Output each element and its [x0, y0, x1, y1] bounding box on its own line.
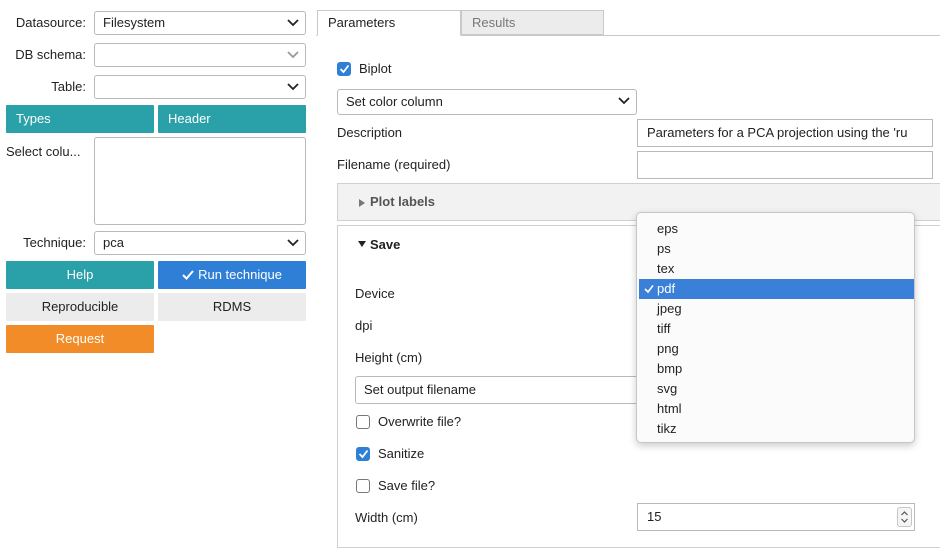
stepper-icon[interactable] [897, 507, 912, 527]
table-select[interactable] [94, 75, 306, 99]
tab-results[interactable]: Results [461, 10, 604, 35]
width-input[interactable]: 15 [637, 503, 915, 531]
device-option[interactable]: bmp [639, 359, 914, 379]
device-label: Device [355, 286, 395, 301]
save-section-header[interactable]: Save [338, 226, 638, 262]
output-filename-select[interactable]: Set output filename [355, 376, 655, 404]
sidebar: Datasource: Filesystem DB schema: Table:… [0, 0, 316, 554]
sanitize-label: Sanitize [378, 446, 425, 461]
save-section-title: Save [370, 237, 401, 252]
overwrite-label: Overwrite file? [378, 414, 462, 429]
caret-down-icon [358, 241, 366, 247]
device-option[interactable]: tex [639, 259, 914, 279]
device-option[interactable]: html [639, 399, 914, 419]
datasource-value: Filesystem [103, 15, 166, 30]
color-column-select[interactable]: Set color column [337, 89, 637, 115]
tab-bar: Parameters Results [316, 0, 940, 36]
chevron-down-icon [287, 12, 299, 34]
checkmark-icon [182, 270, 194, 280]
technique-label: Technique: [23, 235, 86, 250]
description-label: Description [337, 125, 403, 140]
table-label: Table: [51, 79, 86, 94]
device-option[interactable]: ps [639, 239, 914, 259]
header-button[interactable]: Header [158, 105, 306, 133]
datasource-select[interactable]: Filesystem [94, 11, 306, 35]
technique-select[interactable]: pca [94, 231, 306, 255]
chevron-down-icon [618, 90, 630, 112]
tab-parameters[interactable]: Parameters [317, 10, 461, 36]
biplot-checkbox[interactable] [337, 62, 351, 76]
chevron-down-icon [287, 232, 299, 254]
run-technique-button[interactable]: Run technique [158, 261, 306, 289]
help-button[interactable]: Help [6, 261, 154, 289]
device-option[interactable]: jpeg [639, 299, 914, 319]
run-technique-label: Run technique [198, 267, 282, 282]
tab-results-label: Results [472, 15, 516, 30]
select-columns-listbox[interactable] [94, 137, 306, 225]
save-file-checkbox[interactable] [356, 479, 370, 493]
reproducible-button[interactable]: Reproducible [6, 293, 154, 321]
checkmark-icon [339, 64, 350, 74]
color-column-value: Set color column [346, 94, 443, 109]
sanitize-checkbox[interactable] [356, 447, 370, 461]
filename-label: Filename (required) [337, 157, 451, 172]
checkmark-icon [644, 279, 654, 299]
width-label: Width (cm) [355, 510, 418, 525]
dpi-label: dpi [355, 318, 373, 333]
biplot-label: Biplot [359, 61, 392, 76]
device-dropdown-menu[interactable]: eps ps tex pdf jpeg tiff png bmp svg htm… [636, 212, 915, 443]
dbschema-label: DB schema: [15, 47, 86, 62]
device-option[interactable]: tikz [639, 419, 914, 439]
technique-value: pca [103, 235, 124, 250]
plot-labels-title: Plot labels [370, 194, 436, 209]
dbschema-select[interactable] [94, 43, 306, 67]
checkmark-icon [358, 449, 369, 459]
chevron-down-icon [287, 44, 299, 66]
device-option[interactable]: png [639, 339, 914, 359]
device-option[interactable]: svg [639, 379, 914, 399]
tab-parameters-label: Parameters [328, 15, 396, 30]
output-filename-value: Set output filename [364, 382, 477, 397]
caret-right-icon [359, 199, 365, 207]
save-file-label: Save file? [378, 478, 436, 493]
description-input[interactable]: Parameters for a PCA projection using th… [637, 119, 933, 147]
overwrite-checkbox[interactable] [356, 415, 370, 429]
height-label: Height (cm) [355, 350, 423, 365]
types-button[interactable]: Types [6, 105, 154, 133]
filename-input[interactable] [637, 151, 933, 179]
request-button[interactable]: Request [6, 325, 154, 353]
device-option[interactable]: eps [639, 219, 914, 239]
device-option[interactable]: tiff [639, 319, 914, 339]
chevron-down-icon [287, 76, 299, 98]
device-option-selected[interactable]: pdf [639, 279, 914, 299]
select-columns-label: Select colu... [6, 144, 81, 159]
datasource-label: Datasource: [15, 15, 86, 30]
rdms-button[interactable]: RDMS [158, 293, 306, 321]
width-value: 15 [647, 509, 662, 524]
